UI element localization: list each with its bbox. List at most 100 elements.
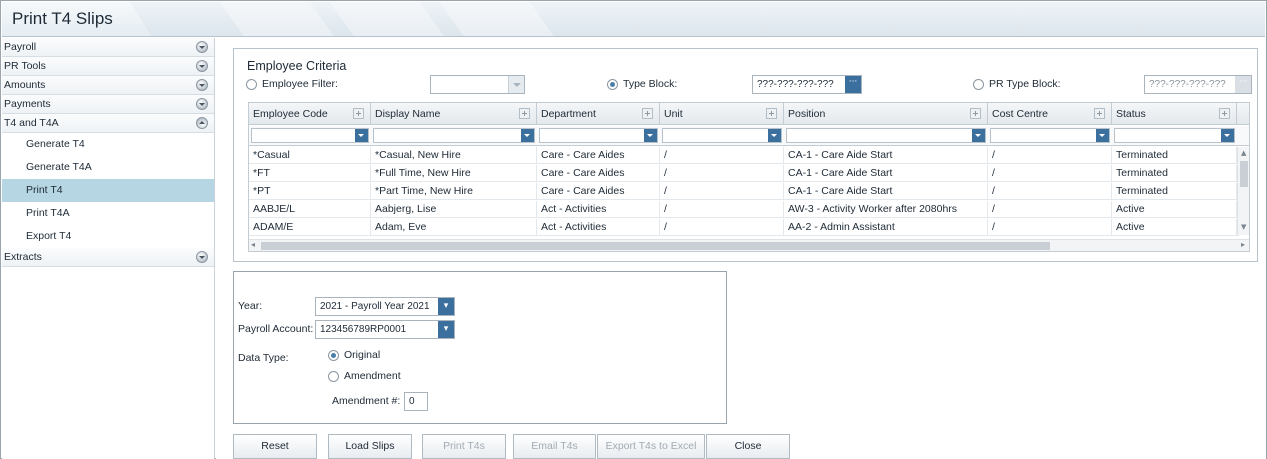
sidebar-item-export-t4[interactable]: Export T4 bbox=[2, 225, 214, 248]
sidebar-group-label: Payments bbox=[4, 98, 51, 110]
expand-icon[interactable] bbox=[196, 60, 208, 72]
title-bar: Print T4 Slips bbox=[2, 2, 1265, 37]
scrollbar-thumb[interactable] bbox=[1240, 161, 1248, 187]
filter-position[interactable] bbox=[786, 128, 986, 143]
table-cell: *Full Time, New Hire bbox=[371, 165, 537, 182]
close-button[interactable]: Close bbox=[706, 434, 790, 459]
ellipsis-icon[interactable]: ··· bbox=[1235, 76, 1251, 93]
type-block-radio[interactable] bbox=[607, 79, 618, 90]
sidebar-group-payments[interactable]: Payments bbox=[2, 95, 214, 114]
table-cell: / bbox=[988, 201, 1112, 218]
pr-type-block-label: PR Type Block: bbox=[989, 78, 1061, 90]
table-row[interactable]: AABJE/L Aabjerg, Lise Act - Activities /… bbox=[249, 201, 1239, 218]
table-cell: *Casual bbox=[249, 147, 371, 164]
sidebar-group-amounts[interactable]: Amounts bbox=[2, 76, 214, 95]
sidebar-group-extracts[interactable]: Extracts bbox=[2, 248, 214, 267]
pr-type-block-value: ???-???-???-??? bbox=[1149, 79, 1226, 90]
chevron-down-icon[interactable] bbox=[1221, 129, 1234, 142]
load-slips-button[interactable]: Load Slips bbox=[328, 434, 412, 459]
reset-button[interactable]: Reset bbox=[233, 434, 317, 459]
expand-icon[interactable] bbox=[196, 98, 208, 110]
type-block-field[interactable]: ???-???-???-??? ··· bbox=[752, 75, 862, 94]
filter-employee-code[interactable] bbox=[251, 128, 369, 143]
filter-status[interactable] bbox=[1114, 128, 1235, 143]
expand-icon[interactable] bbox=[196, 79, 208, 91]
email-t4s-button[interactable]: Email T4s bbox=[513, 434, 596, 459]
scroll-right-icon[interactable]: ▸ bbox=[1241, 240, 1245, 249]
sidebar-item-print-t4a[interactable]: Print T4A bbox=[2, 202, 214, 225]
payroll-account-select[interactable]: 123456789RP0001 ▾ bbox=[315, 320, 455, 339]
print-t4s-button[interactable]: Print T4s bbox=[422, 434, 506, 459]
sidebar-item-generate-t4[interactable]: Generate T4 bbox=[2, 133, 214, 156]
sidebar-item-print-t4[interactable]: Print T4 bbox=[2, 179, 214, 202]
column-header-employee-code[interactable]: Employee Code bbox=[249, 103, 371, 125]
pr-type-block-radio[interactable] bbox=[973, 79, 984, 90]
sidebar-group-pr-tools[interactable]: PR Tools bbox=[2, 57, 214, 76]
column-menu-icon[interactable] bbox=[766, 108, 777, 119]
sidebar-group-label: T4 and T4A bbox=[4, 117, 59, 129]
chevron-down-icon[interactable] bbox=[355, 129, 368, 142]
data-type-original-label: Original bbox=[344, 349, 381, 361]
table-cell: Care - Care Aides bbox=[537, 147, 660, 164]
table-row[interactable]: ADAM/E Adam, Eve Act - Activities / AA-2… bbox=[249, 219, 1239, 236]
column-header-label: Department bbox=[541, 108, 596, 120]
expand-icon[interactable] bbox=[196, 251, 208, 263]
expand-icon[interactable] bbox=[196, 41, 208, 53]
chevron-down-icon[interactable] bbox=[972, 129, 985, 142]
table-row[interactable]: *Casual *Casual, New Hire Care - Care Ai… bbox=[249, 147, 1239, 164]
filter-unit[interactable] bbox=[662, 128, 782, 143]
export-t4s-to-excel-button[interactable]: Export T4s to Excel bbox=[597, 434, 705, 459]
horizontal-scrollbar[interactable]: ◂ ▸ bbox=[249, 239, 1249, 251]
column-header-department[interactable]: Department bbox=[537, 103, 660, 125]
scroll-left-icon[interactable]: ◂ bbox=[251, 240, 255, 249]
amendment-number-input[interactable]: 0 bbox=[404, 392, 428, 411]
table-row[interactable]: *FT *Full Time, New Hire Care - Care Aid… bbox=[249, 165, 1239, 182]
scroll-down-icon[interactable]: ▼ bbox=[1241, 223, 1246, 231]
scroll-up-icon[interactable]: ▲ bbox=[1241, 149, 1246, 157]
table-cell: / bbox=[988, 183, 1112, 200]
column-header-position[interactable]: Position bbox=[784, 103, 988, 125]
window: Print T4 Slips Payroll PR Tools Amounts … bbox=[0, 0, 1267, 459]
payroll-account-value: 123456789RP0001 bbox=[320, 324, 407, 335]
chevron-down-icon[interactable] bbox=[1096, 129, 1109, 142]
column-menu-icon[interactable] bbox=[1219, 108, 1230, 119]
column-header-cost-centre[interactable]: Cost Centre bbox=[988, 103, 1112, 125]
employee-criteria-title: Employee Criteria bbox=[247, 59, 347, 73]
collapse-icon[interactable] bbox=[196, 117, 208, 129]
chevron-down-icon[interactable]: ▾ bbox=[438, 298, 454, 315]
filter-cost-centre[interactable] bbox=[990, 128, 1110, 143]
column-menu-icon[interactable] bbox=[1094, 108, 1105, 119]
sidebar-item-generate-t4a[interactable]: Generate T4A bbox=[2, 156, 214, 179]
column-header-label: Status bbox=[1116, 108, 1146, 120]
data-type-label: Data Type: bbox=[238, 352, 289, 364]
year-select[interactable]: 2021 - Payroll Year 2021 ▾ bbox=[315, 297, 455, 316]
vertical-scrollbar[interactable]: ▲ ▼ bbox=[1237, 147, 1249, 235]
column-header-status[interactable]: Status bbox=[1112, 103, 1237, 125]
ellipsis-icon[interactable]: ··· bbox=[845, 76, 861, 93]
chevron-down-icon[interactable] bbox=[508, 76, 524, 93]
data-type-original-radio[interactable] bbox=[328, 350, 339, 361]
filter-display-name[interactable] bbox=[373, 128, 535, 143]
employee-filter-select[interactable] bbox=[430, 75, 525, 94]
chevron-down-icon[interactable] bbox=[768, 129, 781, 142]
sidebar-group-payroll[interactable]: Payroll bbox=[2, 38, 214, 57]
pr-type-block-field[interactable]: ???-???-???-??? ··· bbox=[1144, 75, 1252, 94]
scrollbar-thumb[interactable] bbox=[261, 242, 1050, 250]
column-header-label: Display Name bbox=[375, 108, 441, 120]
column-menu-icon[interactable] bbox=[642, 108, 653, 119]
column-menu-icon[interactable] bbox=[970, 108, 981, 119]
chevron-down-icon[interactable] bbox=[644, 129, 657, 142]
data-type-amendment-radio[interactable] bbox=[328, 371, 339, 382]
column-header-display-name[interactable]: Display Name bbox=[371, 103, 537, 125]
column-header-label: Position bbox=[788, 108, 826, 120]
filter-department[interactable] bbox=[539, 128, 658, 143]
table-row[interactable]: *PT *Part Time, New Hire Care - Care Aid… bbox=[249, 183, 1239, 200]
sidebar-group-label: PR Tools bbox=[4, 60, 46, 72]
column-menu-icon[interactable] bbox=[353, 108, 364, 119]
column-menu-icon[interactable] bbox=[519, 108, 530, 119]
sidebar-group-t4-and-t4a[interactable]: T4 and T4A bbox=[2, 114, 214, 133]
employee-filter-radio[interactable] bbox=[246, 79, 257, 90]
chevron-down-icon[interactable]: ▾ bbox=[438, 321, 454, 338]
chevron-down-icon[interactable] bbox=[521, 129, 534, 142]
column-header-unit[interactable]: Unit bbox=[660, 103, 784, 125]
